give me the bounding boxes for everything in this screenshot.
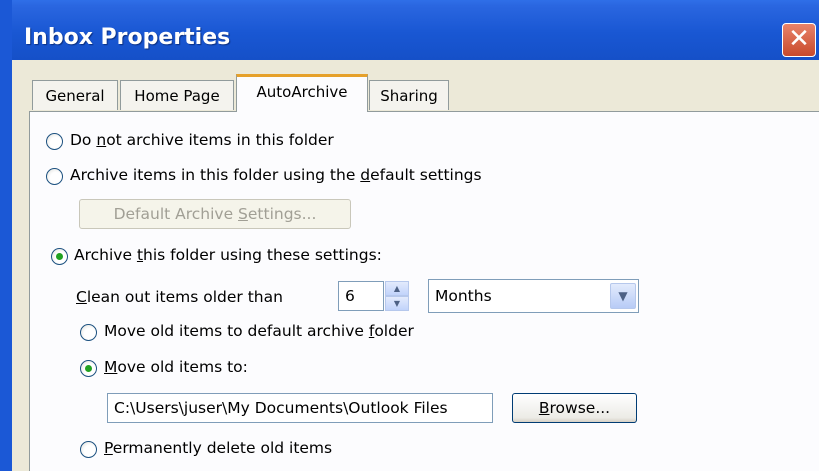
move-default-folder-radio[interactable] — [80, 324, 97, 341]
do-not-archive-label[interactable]: Do not archive items in this folder — [70, 131, 334, 149]
delete-old-items-radio[interactable] — [80, 441, 97, 458]
browse-button[interactable]: Browse... — [512, 393, 637, 423]
tab-label: Sharing — [380, 87, 438, 105]
archive-custom-label[interactable]: Archive this folder using these settings… — [74, 246, 382, 264]
close-icon: ✕ — [788, 24, 810, 54]
age-unit-value: Months — [435, 287, 492, 305]
tab-home-page[interactable]: Home Page — [120, 80, 234, 110]
tab-label: AutoArchive — [256, 83, 348, 101]
clean-out-label: Clean out items older than — [76, 288, 283, 306]
title-bar[interactable]: Inbox Properties ✕ — [0, 0, 819, 60]
tab-sharing[interactable]: Sharing — [369, 80, 449, 110]
archive-default-radio[interactable] — [46, 168, 63, 185]
move-to-label[interactable]: Move old items to: — [104, 358, 248, 376]
default-archive-settings-button[interactable]: Default Archive Settings... — [79, 199, 351, 229]
tab-autoarchive[interactable]: AutoArchive — [236, 74, 368, 112]
window-border — [0, 0, 12, 471]
move-default-folder-label[interactable]: Move old items to default archive folder — [104, 322, 414, 340]
properties-dialog: Inbox Properties ✕ General Home Page Aut… — [0, 0, 819, 471]
archive-custom-radio[interactable] — [51, 248, 68, 265]
archive-path-input[interactable]: C:\Users\juser\My Documents\Outlook File… — [107, 393, 493, 423]
age-value-input[interactable]: 6 — [338, 281, 384, 311]
age-spinner[interactable]: ▲ ▼ — [385, 281, 409, 311]
chevron-down-icon[interactable]: ▼ — [610, 283, 636, 309]
spin-down-icon[interactable]: ▼ — [385, 296, 409, 311]
spin-up-icon[interactable]: ▲ — [385, 281, 409, 296]
tab-label: Home Page — [134, 87, 220, 105]
age-unit-select[interactable]: Months — [428, 279, 639, 313]
archive-default-label[interactable]: Archive items in this folder using the d… — [70, 166, 482, 184]
delete-old-items-label[interactable]: Permanently delete old items — [104, 439, 332, 457]
move-to-radio[interactable] — [80, 360, 97, 377]
tab-label: General — [45, 87, 105, 105]
close-button[interactable]: ✕ — [782, 23, 816, 57]
tab-general[interactable]: General — [32, 80, 118, 110]
dialog-title: Inbox Properties — [24, 25, 231, 50]
do-not-archive-radio[interactable] — [46, 133, 63, 150]
